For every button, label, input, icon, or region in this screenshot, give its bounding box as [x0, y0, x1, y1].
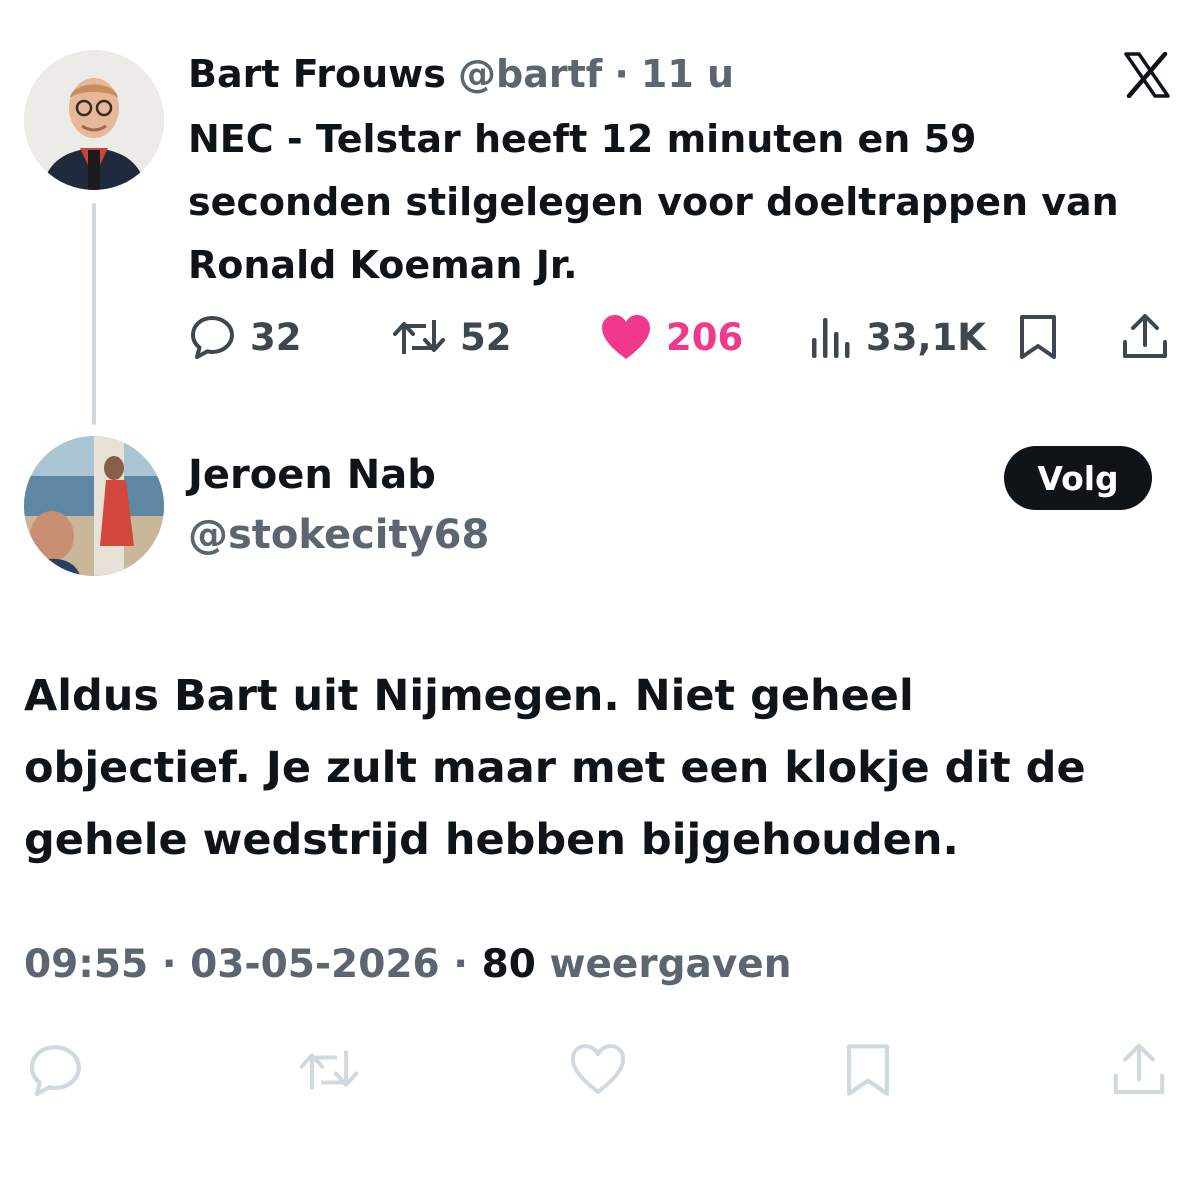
reply-tweet-text: Aldus Bart uit Nijmegen. Niet geheel obj…: [24, 660, 1184, 876]
views-button[interactable]: 33,1K: [808, 312, 986, 362]
repost-button[interactable]: [296, 1040, 362, 1104]
reply-author-name[interactable]: Jeroen Nab: [188, 452, 436, 498]
like-button[interactable]: [566, 1040, 630, 1102]
time-ago[interactable]: 11 u: [641, 52, 734, 96]
share-upload-icon: [1113, 1043, 1165, 1095]
parent-tweet-header: Bart Frouws @bartf · 11 u: [188, 48, 734, 100]
reply-button[interactable]: 32: [188, 312, 302, 362]
tweet-text-line: NEC - Telstar heeft 12 minuten en 59: [188, 117, 977, 161]
like-count: 206: [666, 315, 744, 359]
thread-connector-line: [92, 203, 96, 425]
repost-arrows-icon: [393, 320, 445, 354]
parent-tweet-text: NEC - Telstar heeft 12 minuten en 59 sec…: [188, 108, 1188, 297]
views-label: weergaven: [549, 942, 792, 987]
reply-meta: 09:55 · 03-05-2026 · 80 weergaven: [24, 942, 792, 987]
speech-bubble-icon: [29, 1045, 81, 1097]
repost-arrows-icon: [299, 1050, 359, 1090]
views-number: 80: [481, 942, 536, 987]
reply-button[interactable]: [26, 1040, 86, 1104]
speech-bubble-icon: [191, 316, 234, 359]
reply-count: 32: [250, 315, 302, 359]
tweet-text-line: gehele wedstrijd hebben bijgehouden.: [24, 815, 959, 865]
share-button[interactable]: [1120, 312, 1170, 362]
repost-button[interactable]: 52: [390, 312, 512, 362]
meta-separator: ·: [614, 52, 629, 96]
tweet-text-line: seconden stilgelegen voor doeltrappen va…: [188, 180, 1119, 224]
avatar-bart-frouws[interactable]: [24, 50, 164, 190]
like-button[interactable]: 206: [598, 312, 743, 362]
tweet-text-line: objectief. Je zult maar met een klokje d…: [24, 743, 1086, 793]
author-name[interactable]: Bart Frouws: [188, 52, 446, 96]
share-upload-icon: [1123, 314, 1167, 358]
reply-author-handle[interactable]: @stokecity68: [188, 512, 489, 558]
meta-separator: ·: [453, 942, 469, 987]
bookmark-button[interactable]: [842, 1040, 894, 1104]
repost-count: 52: [460, 315, 512, 359]
bookmark-icon: [847, 1044, 889, 1096]
views-count: 33,1K: [866, 315, 986, 359]
author-handle[interactable]: @bartf: [458, 52, 602, 96]
post-date[interactable]: 03-05-2026: [190, 942, 439, 987]
heart-icon: [602, 315, 650, 359]
avatar-image: [24, 50, 164, 190]
share-button[interactable]: [1110, 1040, 1168, 1104]
bookmark-button[interactable]: [1016, 312, 1060, 362]
post-time[interactable]: 09:55: [24, 942, 148, 987]
meta-separator: ·: [161, 942, 177, 987]
follow-button[interactable]: Volg: [1004, 446, 1152, 510]
tweet-text-line: Aldus Bart uit Nijmegen. Niet geheel: [24, 671, 914, 721]
avatar-jeroen-nab[interactable]: [24, 436, 164, 576]
avatar-image: [24, 436, 164, 576]
heart-icon: [570, 1044, 626, 1094]
tweet-text-line: Ronald Koeman Jr.: [188, 243, 578, 287]
x-logo-icon[interactable]: [1124, 51, 1170, 99]
bar-chart-icon: [812, 318, 850, 358]
bookmark-icon: [1020, 315, 1056, 359]
